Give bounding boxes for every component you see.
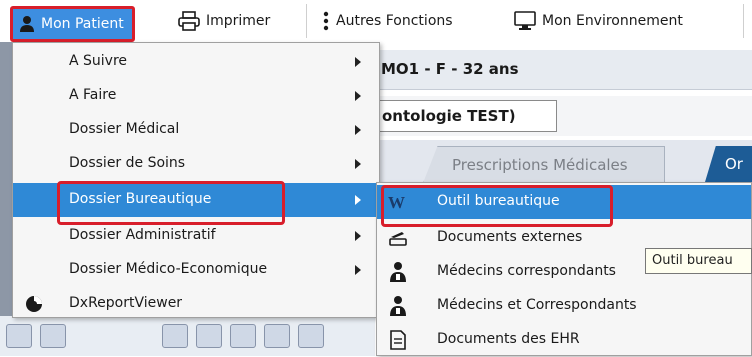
left-panel-strip	[0, 42, 12, 356]
menu-item-label: Dossier de Soins	[69, 155, 186, 171]
patient-banner: MO1 - F - 32 ans	[375, 50, 752, 90]
top-toolbar: Mon Patient Imprimer Autres Fonctions Mo…	[0, 0, 752, 42]
toolbar-tile-icon[interactable]	[298, 324, 324, 348]
highlight-frame	[381, 185, 613, 227]
toolbar-tile-icon[interactable]	[162, 324, 188, 348]
menu-item-dxreportviewer[interactable]: DxReportViewer	[13, 287, 379, 321]
document-icon	[387, 329, 409, 351]
monitor-icon	[514, 11, 536, 30]
menu-item-label: Dossier Médico-Economique	[69, 261, 268, 277]
tab-prescriptions-medicales[interactable]: Prescriptions Médicales	[423, 146, 665, 183]
tab-active-label: Or	[725, 155, 743, 173]
menu-item-dossier-medical[interactable]: Dossier Médical	[13, 113, 379, 147]
submenu-arrow-icon	[355, 159, 361, 169]
scanner-icon	[387, 227, 409, 249]
toolbar-tile-icon[interactable]	[264, 324, 290, 348]
submenu-arrow-icon	[355, 231, 361, 241]
imprimer-label: Imprimer	[206, 13, 271, 29]
toolbar-divider	[306, 4, 307, 38]
menu-item-dossier-medico-economique[interactable]: Dossier Médico-Economique	[13, 253, 379, 287]
patient-banner-text: MO1 - F - 32 ans	[381, 60, 519, 78]
submenu-item-label: Documents des EHR	[437, 331, 580, 347]
report-viewer-icon	[26, 296, 42, 312]
service-field[interactable]: ontologie TEST)	[375, 100, 557, 132]
menu-item-dossier-de-soins[interactable]: Dossier de Soins	[13, 147, 379, 181]
mon-patient-label: Mon Patient	[41, 16, 124, 32]
printer-icon	[178, 11, 200, 31]
submenu-item-label: Documents externes	[437, 229, 583, 245]
toolbar-tile-icon[interactable]	[40, 324, 66, 348]
menu-item-label: Dossier Médical	[69, 121, 180, 137]
toolbar-tile-icon[interactable]	[196, 324, 222, 348]
autres-fonctions-label: Autres Fonctions	[336, 13, 453, 29]
doctor-icon	[387, 261, 409, 283]
mon-patient-menu: A Suivre A Faire Dossier Médical Dossier…	[12, 42, 380, 318]
menu-item-label: A Suivre	[69, 53, 128, 69]
submenu-arrow-icon	[355, 265, 361, 275]
tabs-row: Prescriptions Médicales Or	[375, 140, 752, 184]
service-row: ontologie TEST)	[375, 96, 752, 136]
highlight-frame	[57, 181, 285, 225]
submenu-item-label: Médecins correspondants	[437, 263, 616, 279]
tab-active[interactable]: Or	[705, 146, 752, 182]
toolbar-tile-icon[interactable]	[230, 324, 256, 348]
submenu-arrow-icon	[355, 91, 361, 101]
menu-item-a-suivre[interactable]: A Suivre	[13, 45, 379, 79]
submenu-arrow-icon	[355, 195, 361, 205]
mon-patient-button[interactable]: Mon Patient	[10, 6, 135, 42]
submenu-arrow-icon	[355, 57, 361, 67]
doctors-icon	[387, 295, 409, 317]
tab-prescriptions-label: Prescriptions Médicales	[452, 156, 628, 174]
kebab-menu-icon	[323, 11, 329, 31]
menu-item-a-faire[interactable]: A Faire	[13, 79, 379, 113]
submenu-item-label: Médecins et Correspondants	[437, 297, 637, 313]
mon-environnement-button[interactable]: Mon Environnement	[514, 8, 683, 34]
menu-item-label: A Faire	[69, 87, 117, 103]
service-field-text: ontologie TEST)	[382, 107, 516, 125]
toolbar-divider	[743, 4, 744, 38]
mon-environnement-label: Mon Environnement	[542, 13, 683, 29]
submenu-arrow-icon	[355, 125, 361, 135]
imprimer-button[interactable]: Imprimer	[178, 8, 270, 34]
bottom-icon-bar	[0, 316, 375, 356]
menu-item-label: DxReportViewer	[69, 295, 183, 311]
toolbar-tile-icon[interactable]	[6, 324, 32, 348]
menu-item-label: Dossier Administratif	[69, 227, 216, 243]
submenu-item-documents-des-ehr[interactable]: Documents des EHR	[377, 323, 751, 357]
patient-icon	[20, 16, 34, 32]
tooltip: Outil bureau	[645, 248, 752, 274]
submenu-item-medecins-et-correspondants[interactable]: Médecins et Correspondants	[377, 289, 751, 323]
autres-fonctions-button[interactable]: Autres Fonctions	[322, 8, 453, 34]
